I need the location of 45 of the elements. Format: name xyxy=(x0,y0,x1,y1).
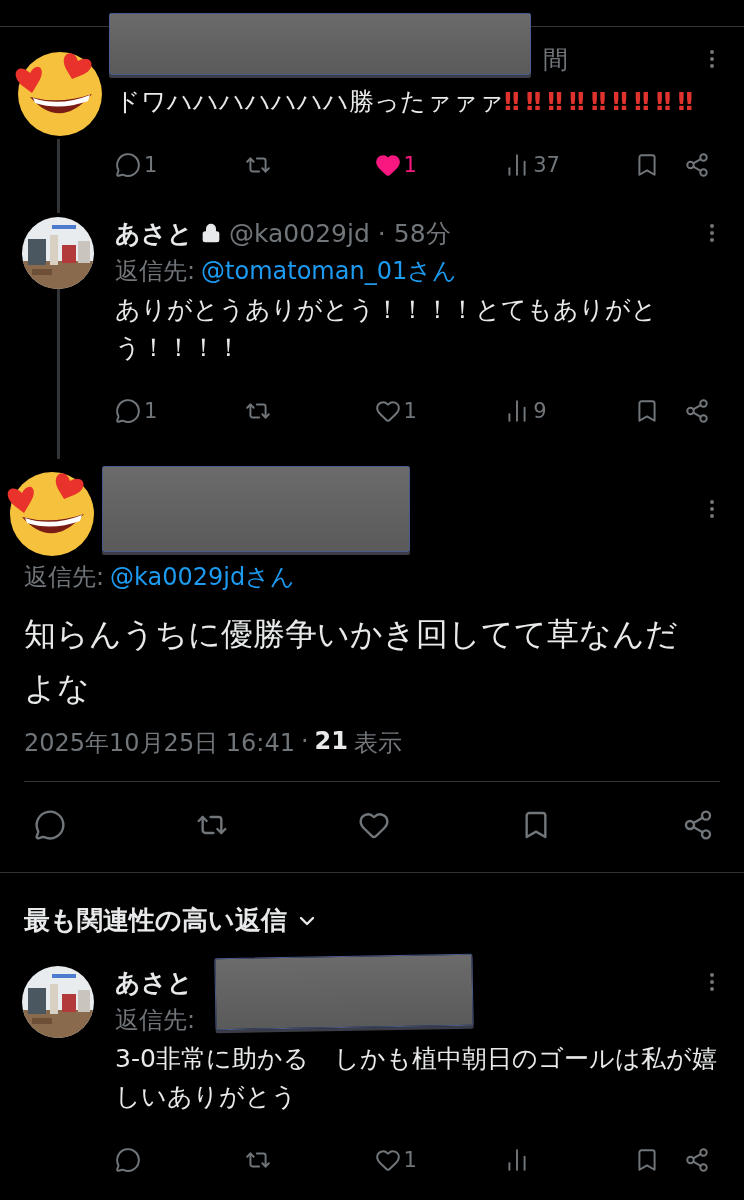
heart-icon xyxy=(374,1147,401,1173)
user-handle: @ka0029jd xyxy=(229,218,370,248)
post-time: 58分 xyxy=(393,217,451,250)
heart-icon xyxy=(374,398,401,424)
separator-dot: · xyxy=(300,727,309,757)
reply-button[interactable] xyxy=(115,1147,141,1173)
view-count: 21 xyxy=(314,727,348,757)
post-text: 知らんうちに優勝争いかき回してて草なんだよな xyxy=(24,614,679,709)
post-date: 2025年10月25日 16:41 xyxy=(24,728,295,759)
share-button[interactable] xyxy=(684,152,710,178)
share-icon xyxy=(682,809,714,841)
reply-to-label: 返信先: xyxy=(115,1005,196,1036)
separator-dot: · xyxy=(377,218,386,248)
views-button[interactable]: 37 xyxy=(504,152,560,178)
sort-dropdown[interactable]: 最も関連性の高い返信 xyxy=(0,873,339,962)
share-button[interactable] xyxy=(684,1147,710,1173)
post-text: ドワハハハハハハハ勝ったァァァ‼‼‼‼‼‼‼‼‼ xyxy=(115,86,701,118)
reply-button[interactable]: 1 xyxy=(115,398,158,424)
post-text: 3-0非常に助かる しかも植中朝日のゴールは私が嬉しいありがとう xyxy=(115,1043,718,1113)
speech-bubble-icon xyxy=(34,809,66,841)
mention-link[interactable]: @ka0029jdさん xyxy=(110,561,296,593)
views-label: 表示 xyxy=(354,728,402,759)
post-text: ありがとうありがとう！！！！とてもありがとう！！！！ xyxy=(115,294,658,364)
like-button[interactable]: 1 xyxy=(374,152,417,178)
user-name: あさと xyxy=(115,217,193,250)
header-text: 間 xyxy=(543,43,568,76)
user-name: あさと xyxy=(115,966,193,999)
heart-icon xyxy=(374,152,401,178)
share-button[interactable] xyxy=(684,398,710,424)
share-button[interactable] xyxy=(682,809,714,841)
share-icon xyxy=(684,1147,710,1173)
speech-bubble-icon xyxy=(115,398,141,424)
like-button[interactable]: 1 xyxy=(374,1147,417,1173)
views-button[interactable]: 9 xyxy=(504,398,547,424)
like-button[interactable]: 1 xyxy=(374,398,417,424)
mention-link[interactable]: @tomatoman_01さん xyxy=(201,255,458,287)
reply-to-label: 返信先: xyxy=(115,256,196,287)
chevron-down-icon xyxy=(299,915,315,926)
speech-bubble-icon xyxy=(115,152,141,178)
share-icon xyxy=(684,152,710,178)
speech-bubble-icon xyxy=(115,1147,141,1173)
share-icon xyxy=(684,398,710,424)
reply-button[interactable] xyxy=(34,809,66,841)
reply-to-label: 返信先: xyxy=(24,562,105,593)
reply-button[interactable]: 1 xyxy=(115,152,158,178)
